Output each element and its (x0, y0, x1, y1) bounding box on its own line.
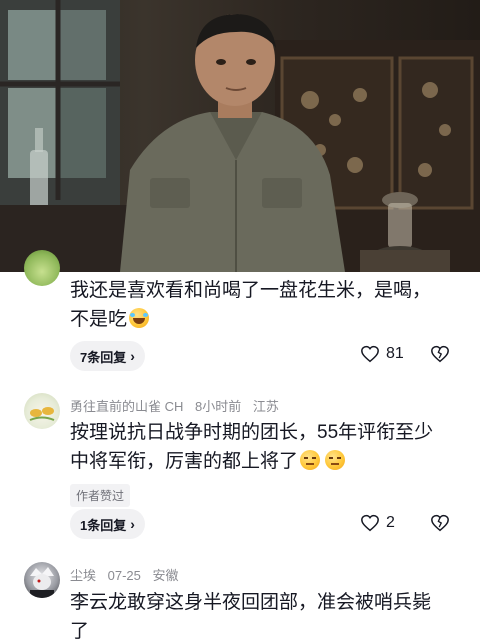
username[interactable]: 勇往直前的山雀 CH (70, 399, 183, 414)
comment-meta: 勇往直前的山雀 CH 8小时前 江苏 (70, 396, 287, 415)
video-still-image[interactable] (0, 0, 480, 272)
view-replies-button[interactable]: 7条回复 › (70, 341, 145, 371)
annoyed-emoji-icon (300, 450, 321, 470)
heart-outline-icon (361, 514, 379, 532)
like-count: 2 (386, 514, 395, 531)
location: 安徽 (152, 568, 179, 583)
username[interactable]: 尘埃 (70, 568, 96, 583)
character-avatar-icon (30, 567, 54, 598)
location: 江苏 (252, 399, 279, 414)
broken-heart-icon (431, 514, 449, 532)
timestamp: 07-25 (107, 568, 141, 583)
author-liked-badge: 作者赞过 (70, 484, 131, 507)
like-count: 81 (386, 345, 404, 362)
bird-avatar-icon (29, 407, 55, 421)
comment-meta: 尘埃 07-25 安徽 (70, 565, 187, 584)
avatar[interactable] (24, 250, 60, 286)
comment-text: 我还是喜欢看和尚喝了一盘花生米，是喝， 不是吃 (70, 280, 432, 330)
view-replies-button[interactable]: 1条回复 › (70, 509, 145, 539)
scene-illustration (0, 0, 480, 272)
like-button[interactable]: 2 (360, 514, 395, 532)
chevron-right-icon: › (130, 348, 135, 364)
comment-text: 李云龙敢穿这身半夜回团部，准会被哨兵毙 了 (70, 592, 432, 640)
heart-outline-icon (361, 345, 379, 363)
dislike-button[interactable] (430, 514, 450, 537)
broken-heart-icon (431, 345, 449, 363)
timestamp: 8小时前 (195, 399, 242, 414)
laughing-crying-emoji-icon (129, 308, 150, 328)
chevron-right-icon: › (130, 516, 135, 532)
dislike-button[interactable] (430, 345, 450, 368)
comment-text: 按理说抗日战争时期的团长，55年评衔至少 中将军衔，厉害的都上将了 (70, 422, 434, 472)
like-button[interactable]: 81 (360, 345, 404, 363)
annoyed-emoji-icon (325, 450, 346, 470)
avatar[interactable] (24, 393, 60, 429)
avatar[interactable] (24, 562, 60, 598)
